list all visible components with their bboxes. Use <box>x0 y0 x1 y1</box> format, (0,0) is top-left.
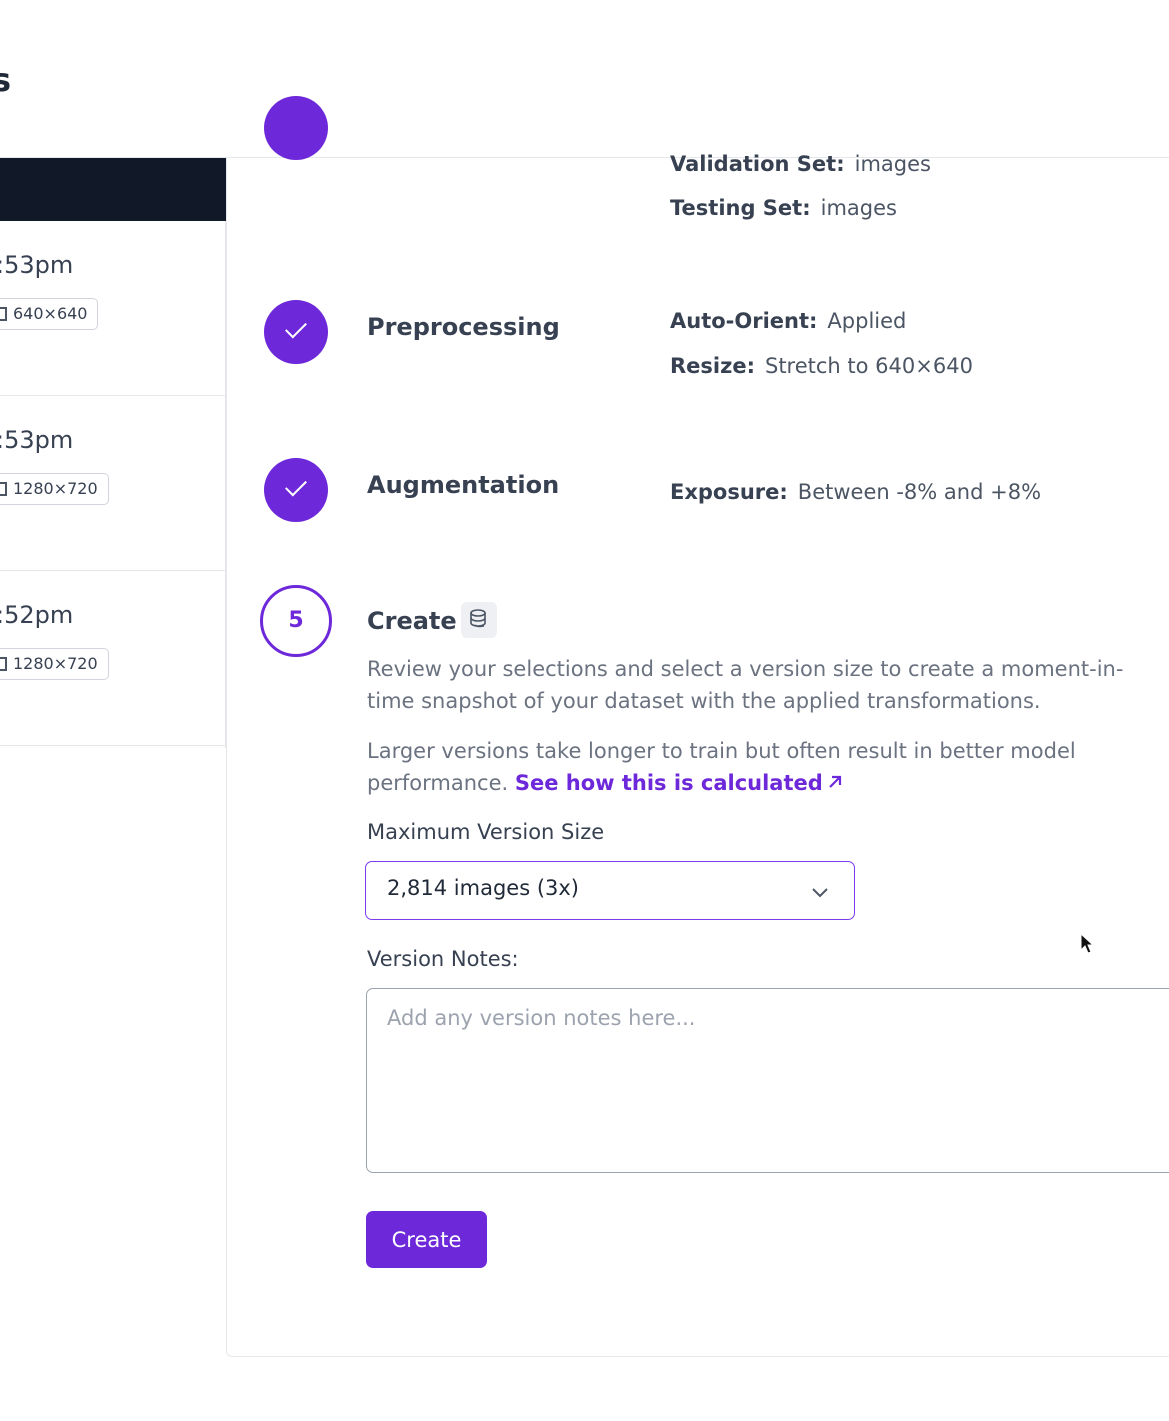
create-button[interactable]: Create <box>366 1211 487 1268</box>
version-size-note: Larger versions take longer to train but… <box>367 735 1167 799</box>
resize-icon <box>0 307 7 321</box>
exposure-label: Exposure: <box>670 480 788 504</box>
resize-icon <box>0 482 7 496</box>
testing-set-label: Testing Set: <box>670 196 811 220</box>
chevron-down-icon <box>812 888 828 898</box>
version-time: :53pm <box>0 426 74 454</box>
version-list-header <box>0 158 226 221</box>
mouse-cursor-icon <box>1080 933 1095 954</box>
validation-set-label: Validation Set: <box>670 152 845 176</box>
resize-value: Stretch to 640×640 <box>764 354 973 378</box>
auto-orient-row: Auto-Orient: Applied <box>670 309 906 333</box>
version-dimensions-badge: 1280×720 <box>0 473 109 505</box>
version-steps-panel: Validation Set: images Testing Set: images… <box>226 96 1169 1357</box>
auto-orient-value: Applied <box>827 309 907 333</box>
max-version-size-value: 2,814 images (3x) <box>387 876 579 900</box>
exposure-value: Between -8% and +8% <box>797 480 1042 504</box>
validation-set-value: images <box>854 152 931 176</box>
page-header: s <box>0 0 1169 158</box>
step-circle-preprocessing <box>264 300 328 364</box>
max-version-size-select[interactable]: 2,814 images (3x) <box>365 861 855 920</box>
testing-set-row: Testing Set: images <box>670 196 897 220</box>
step-circle-split <box>264 96 328 160</box>
version-dimensions: 1280×720 <box>13 479 98 498</box>
augmentation-title: Augmentation <box>367 471 560 499</box>
max-version-size-label: Maximum Version Size <box>367 820 605 844</box>
step-circle-augmentation <box>264 458 328 522</box>
version-notes-input[interactable] <box>366 988 1169 1173</box>
version-item[interactable]: :52pm 1280×720 <box>0 571 226 746</box>
page-title: s <box>0 61 12 99</box>
arrow-up-right-icon <box>829 775 841 788</box>
step-number-create: 5 <box>260 585 332 657</box>
version-item[interactable]: :53pm 1280×720 <box>0 396 226 571</box>
version-notes-label: Version Notes: <box>367 947 519 971</box>
create-step-title: Create <box>367 607 457 635</box>
see-how-calculated-link[interactable]: See how this is calculated <box>515 771 844 795</box>
resize-row: Resize: Stretch to 640×640 <box>670 354 973 378</box>
checkmark-icon <box>285 316 307 339</box>
checkmark-icon <box>285 474 307 497</box>
version-time: :53pm <box>0 251 74 279</box>
version-dimensions: 640×640 <box>13 304 88 323</box>
database-icon[interactable] <box>461 602 497 638</box>
version-dimensions-badge: 1280×720 <box>0 648 109 680</box>
resize-icon <box>0 657 7 671</box>
version-list: :53pm 640×640 :53pm 1280×720 :52pm 1280×… <box>0 158 226 748</box>
version-dimensions-badge: 640×640 <box>0 298 99 330</box>
exposure-row: Exposure: Between -8% and +8% <box>670 480 1041 504</box>
version-time: :52pm <box>0 601 74 629</box>
version-item[interactable]: :53pm 640×640 <box>0 221 226 396</box>
testing-set-value: images <box>820 196 897 220</box>
create-description: Review your selections and select a vers… <box>367 657 1124 713</box>
see-how-calculated-link-text: See how this is calculated <box>514 771 823 795</box>
resize-label: Resize: <box>670 354 755 378</box>
preprocessing-title: Preprocessing <box>367 313 560 341</box>
validation-set-row: Validation Set: images <box>670 152 931 176</box>
version-dimensions: 1280×720 <box>13 654 98 673</box>
auto-orient-label: Auto-Orient: <box>670 309 818 333</box>
